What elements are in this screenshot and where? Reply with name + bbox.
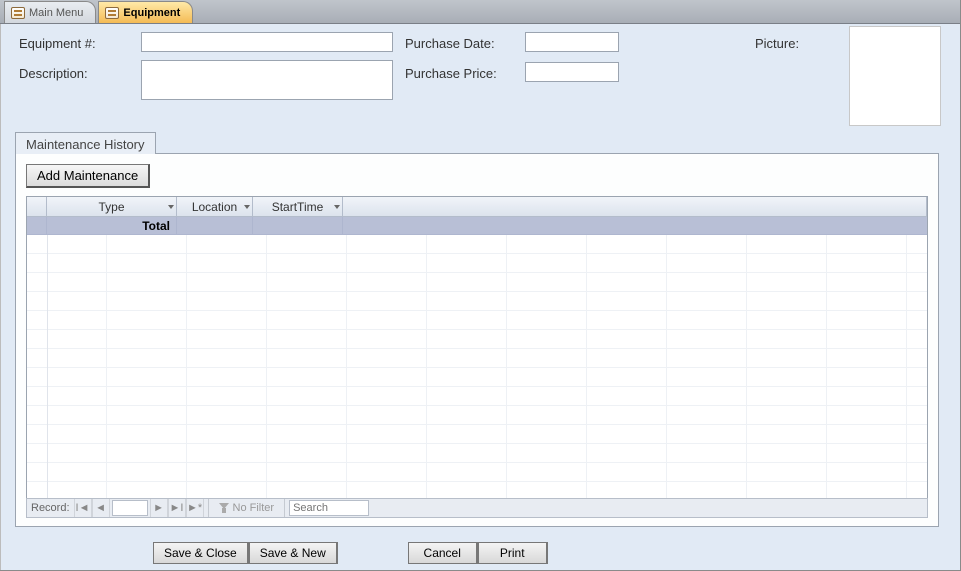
- prev-record-button[interactable]: ◄: [92, 499, 110, 517]
- col-location[interactable]: Location: [177, 197, 253, 216]
- col-start-time[interactable]: StartTime: [253, 197, 343, 216]
- separator: [284, 499, 285, 517]
- add-maintenance-button[interactable]: Add Maintenance: [26, 164, 150, 188]
- equipment-no-label: Equipment #:: [19, 36, 96, 51]
- tab-label: Equipment: [123, 7, 180, 19]
- separator: [208, 499, 209, 517]
- form-action-buttons: Save & Close Save & New Cancel Print: [153, 542, 960, 564]
- form-body: Equipment #: Description: Purchase Date:…: [0, 24, 960, 570]
- picture-label: Picture:: [755, 36, 799, 51]
- maintenance-datasheet[interactable]: Type Location StartTime: [26, 196, 928, 500]
- new-record-button[interactable]: ►*: [186, 499, 204, 517]
- record-navigator: Record: I◄ ◄ ► ►I ►* No Filter: [26, 498, 928, 518]
- filter-toggle[interactable]: No Filter: [213, 502, 281, 514]
- first-record-button[interactable]: I◄: [74, 499, 92, 517]
- document-tab-strip: Main Menu Equipment: [0, 0, 960, 24]
- save-new-button[interactable]: Save & New: [249, 542, 338, 564]
- totals-cell[interactable]: [253, 217, 343, 234]
- datasheet-header: Type Location StartTime: [27, 197, 927, 217]
- save-close-button[interactable]: Save & Close: [153, 542, 249, 564]
- tab-label: Main Menu: [29, 7, 83, 19]
- totals-row: Total: [27, 217, 927, 235]
- record-search-input[interactable]: [289, 500, 369, 516]
- picture-box[interactable]: [849, 26, 941, 126]
- maintenance-tab-control: Maintenance History Add Maintenance Type: [15, 132, 939, 527]
- filter-icon: [219, 503, 229, 513]
- purchase-date-label: Purchase Date:: [405, 36, 495, 51]
- last-record-button[interactable]: ►I: [168, 499, 186, 517]
- row-selector[interactable]: [27, 217, 47, 234]
- purchase-price-label: Purchase Price:: [405, 66, 497, 81]
- col-type[interactable]: Type: [47, 197, 177, 216]
- next-record-button[interactable]: ►: [150, 499, 168, 517]
- description-label: Description:: [19, 66, 88, 81]
- maintenance-page: Add Maintenance Type Location: [15, 153, 939, 527]
- chevron-down-icon: [334, 205, 340, 209]
- cancel-button[interactable]: Cancel: [408, 542, 478, 564]
- col-blank: [343, 197, 927, 216]
- select-all-rows[interactable]: [27, 197, 47, 216]
- print-button[interactable]: Print: [478, 542, 548, 564]
- form-icon: [105, 7, 119, 19]
- purchase-price-field[interactable]: [525, 62, 619, 82]
- purchase-date-field[interactable]: [525, 32, 619, 52]
- subtab-label: Maintenance History: [26, 137, 145, 152]
- tab-main-menu[interactable]: Main Menu: [4, 1, 96, 23]
- tab-maintenance-history[interactable]: Maintenance History: [15, 132, 156, 154]
- totals-cell[interactable]: [177, 217, 253, 234]
- description-field[interactable]: [141, 60, 393, 100]
- chevron-down-icon: [168, 205, 174, 209]
- tab-equipment[interactable]: Equipment: [98, 1, 193, 23]
- record-label: Record:: [27, 502, 74, 514]
- totals-label-cell: Total: [47, 217, 177, 234]
- datasheet-grid[interactable]: [27, 235, 927, 499]
- chevron-down-icon: [244, 205, 250, 209]
- form-icon: [11, 7, 25, 19]
- current-record-box[interactable]: [112, 500, 148, 516]
- equipment-no-field[interactable]: [141, 32, 393, 52]
